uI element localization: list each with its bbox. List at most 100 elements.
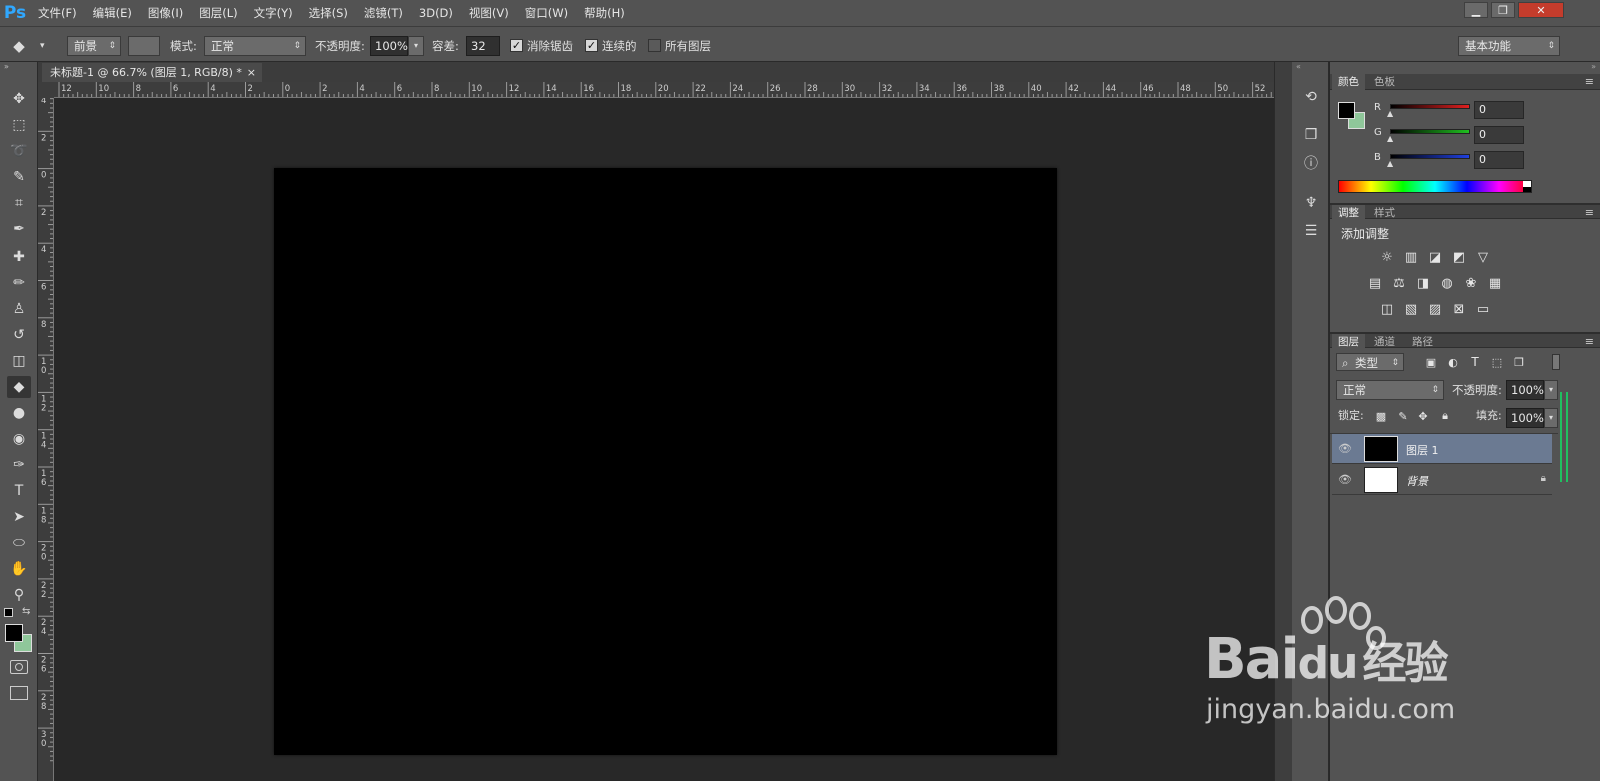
hue-saturation-icon[interactable]: ▤: [1366, 275, 1384, 291]
channel-value-input[interactable]: 0: [1474, 101, 1524, 119]
slider-handle-icon[interactable]: ▲: [1387, 134, 1393, 143]
brightness-contrast-icon[interactable]: ☼: [1378, 249, 1396, 265]
healing-tool-icon[interactable]: ✚: [7, 246, 31, 268]
layers-scrollbar[interactable]: [1560, 392, 1568, 482]
channel-slider[interactable]: [1390, 104, 1470, 109]
tab-styles[interactable]: 样式: [1368, 205, 1401, 221]
channel-slider[interactable]: [1390, 129, 1470, 134]
contiguous-checkbox[interactable]: ✓: [585, 39, 598, 52]
lasso-tool-icon[interactable]: ➰: [7, 140, 31, 162]
color-balance-icon[interactable]: ⚖: [1390, 275, 1408, 291]
minimize-button[interactable]: ▁: [1464, 2, 1488, 18]
opacity-input[interactable]: 100%: [370, 36, 408, 56]
collapse-panels-icon[interactable]: »: [1591, 62, 1596, 71]
swap-colors-icon[interactable]: ⇆: [22, 606, 30, 617]
restore-button[interactable]: ❐: [1491, 2, 1515, 18]
menu-item[interactable]: 帮助(H): [576, 0, 633, 26]
selective-color-icon[interactable]: ⊠: [1450, 301, 1468, 317]
zoom-tool-icon[interactable]: ⚲: [7, 584, 31, 606]
menu-item[interactable]: 编辑(E): [85, 0, 140, 26]
screen-mode-icon[interactable]: [10, 686, 28, 700]
type-tool-icon[interactable]: T: [7, 480, 31, 502]
workspace-select[interactable]: 基本功能: [1458, 36, 1560, 56]
3d-icon[interactable]: ❒: [1300, 124, 1322, 146]
blend-mode-select[interactable]: 正常: [1336, 380, 1444, 400]
channel-mixer-icon[interactable]: ❀: [1462, 275, 1480, 291]
lock-position-icon[interactable]: ✥: [1414, 408, 1432, 424]
channel-slider[interactable]: [1390, 154, 1470, 159]
color-lookup-icon[interactable]: ▦: [1486, 275, 1504, 291]
threshold-icon[interactable]: ▨: [1426, 301, 1444, 317]
filter-toggle[interactable]: [1552, 354, 1560, 370]
properties-icon[interactable]: ☰: [1300, 220, 1322, 242]
exposure-icon[interactable]: ◩: [1450, 249, 1468, 265]
slider-handle-icon[interactable]: ▲: [1387, 109, 1393, 118]
paint-bucket-tool-icon[interactable]: ◆: [7, 376, 31, 398]
menu-item[interactable]: 3D(D): [411, 0, 461, 26]
color-panel-menu-icon[interactable]: ≡: [1585, 74, 1594, 90]
levels-icon[interactable]: ▥: [1402, 249, 1420, 265]
layer-row[interactable]: 👁︎ 背景 🔒︎: [1332, 465, 1552, 495]
antialias-checkbox[interactable]: ✓: [510, 39, 523, 52]
layer-filter-select[interactable]: ⌕ 类型: [1336, 353, 1404, 372]
fill-input[interactable]: 100%: [1506, 408, 1544, 428]
mode-select[interactable]: 正常: [204, 36, 306, 56]
lock-paint-icon[interactable]: ✎: [1394, 408, 1412, 424]
lock-transparency-icon[interactable]: ▩: [1372, 408, 1390, 424]
color-panel-foreground-swatch[interactable]: [1338, 102, 1355, 119]
quick-mask-icon[interactable]: [10, 660, 28, 674]
document-tab[interactable]: 未标题-1 @ 66.7% (图层 1, RGB/8) * ×: [42, 63, 262, 82]
close-document-icon[interactable]: ×: [247, 63, 256, 82]
path-select-tool-icon[interactable]: ➤: [7, 506, 31, 528]
tab-channels[interactable]: 通道: [1368, 334, 1401, 350]
foreground-color-swatch[interactable]: [5, 624, 23, 642]
filter-type-icon[interactable]: T: [1466, 354, 1484, 370]
opacity-dropdown-icon[interactable]: ▾: [408, 36, 424, 56]
vertical-scrollbar[interactable]: [1274, 62, 1292, 781]
close-window-button[interactable]: ✕: [1518, 2, 1564, 18]
adjust-panel-menu-icon[interactable]: ≡: [1585, 205, 1594, 221]
history-brush-tool-icon[interactable]: ↺: [7, 324, 31, 346]
tab-adjustments[interactable]: 调整: [1332, 205, 1365, 221]
default-colors-icon[interactable]: [4, 608, 13, 617]
menu-item[interactable]: 窗口(W): [517, 0, 576, 26]
layer-opacity-input[interactable]: 100%: [1506, 380, 1544, 400]
info-icon[interactable]: ⓘ: [1300, 152, 1322, 174]
posterize-icon[interactable]: ▧: [1402, 301, 1420, 317]
curves-icon[interactable]: ◪: [1426, 249, 1444, 265]
layer-row[interactable]: 👁︎ 图层 1: [1332, 434, 1552, 464]
channel-value-input[interactable]: 0: [1474, 151, 1524, 169]
tab-color[interactable]: 颜色: [1332, 74, 1365, 90]
filter-pixel-icon[interactable]: ▣: [1422, 354, 1440, 370]
tab-swatches[interactable]: 色板: [1368, 74, 1401, 90]
tab-paths[interactable]: 路径: [1406, 334, 1439, 350]
photo-filter-icon[interactable]: ◍: [1438, 275, 1456, 291]
hand-tool-icon[interactable]: ✋: [7, 558, 31, 580]
blur-tool-icon[interactable]: ●: [7, 402, 31, 424]
tool-preset-arrow-icon[interactable]: ▾: [40, 36, 50, 56]
history-icon[interactable]: ⟲: [1300, 86, 1322, 108]
marquee-tool-icon[interactable]: ⬚: [7, 114, 31, 136]
collapse-left-icon[interactable]: »: [4, 62, 9, 71]
brush-tool-icon[interactable]: ✏: [7, 272, 31, 294]
menu-item[interactable]: 文件(F): [30, 0, 85, 26]
filter-shape-icon[interactable]: ⬚: [1488, 354, 1506, 370]
ellipse-tool-icon[interactable]: ⬭: [7, 532, 31, 554]
menu-item[interactable]: 滤镜(T): [356, 0, 411, 26]
layer-opacity-dropdown-icon[interactable]: ▾: [1544, 380, 1558, 400]
fill-source-select[interactable]: 前景: [67, 36, 121, 56]
lock-all-icon[interactable]: 🔒︎: [1436, 408, 1454, 424]
brush-presets-icon[interactable]: ♆: [1300, 192, 1322, 214]
all-layers-checkbox[interactable]: [648, 39, 661, 52]
eyedropper-tool-icon[interactable]: ✒: [7, 218, 31, 240]
vibrance-icon[interactable]: ▽: [1474, 249, 1492, 265]
tolerance-input[interactable]: 32: [466, 36, 500, 56]
layers-panel-menu-icon[interactable]: ≡: [1585, 334, 1594, 350]
document-canvas[interactable]: [274, 168, 1057, 755]
visibility-eye-icon[interactable]: 👁︎: [1338, 473, 1352, 486]
eraser-tool-icon[interactable]: ◫: [7, 350, 31, 372]
menu-item[interactable]: 视图(V): [461, 0, 517, 26]
tab-layers[interactable]: 图层: [1332, 334, 1365, 350]
quick-select-tool-icon[interactable]: ✎: [7, 166, 31, 188]
channel-value-input[interactable]: 0: [1474, 126, 1524, 144]
